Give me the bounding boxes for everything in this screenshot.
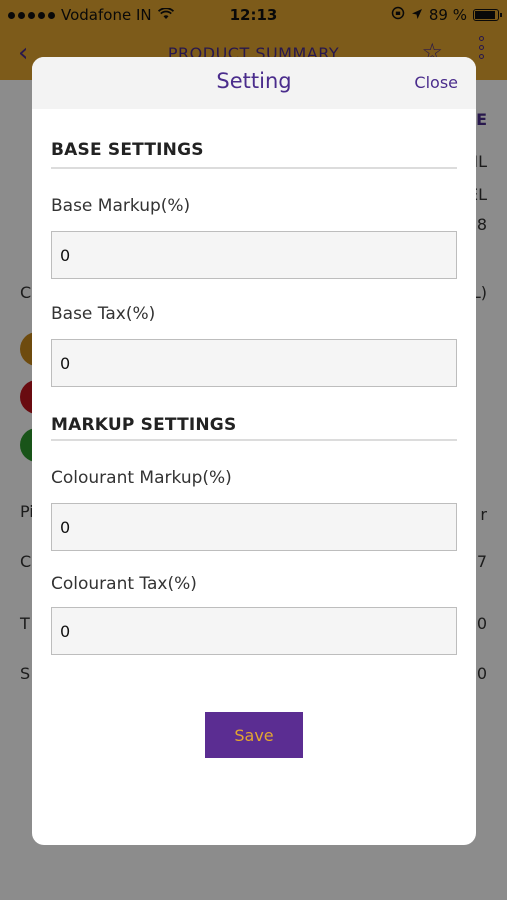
settings-modal: Setting Close BASE SETTINGS Base Markup(… — [32, 57, 476, 845]
divider — [51, 167, 457, 169]
base-tax-label: Base Tax(%) — [51, 304, 156, 324]
modal-header: Setting Close — [32, 57, 476, 109]
base-markup-input[interactable] — [51, 231, 457, 279]
markup-settings-heading: MARKUP SETTINGS — [51, 415, 237, 435]
modal-title: Setting — [216, 69, 292, 93]
close-button[interactable]: Close — [414, 73, 458, 92]
base-markup-label: Base Markup(%) — [51, 196, 191, 216]
base-settings-heading: BASE SETTINGS — [51, 140, 204, 160]
base-tax-input[interactable] — [51, 339, 457, 387]
save-button[interactable]: Save — [205, 712, 303, 758]
divider — [51, 439, 457, 441]
colourant-markup-input[interactable] — [51, 503, 457, 551]
colourant-tax-label: Colourant Tax(%) — [51, 574, 197, 594]
colourant-tax-input[interactable] — [51, 607, 457, 655]
colourant-markup-label: Colourant Markup(%) — [51, 468, 232, 488]
